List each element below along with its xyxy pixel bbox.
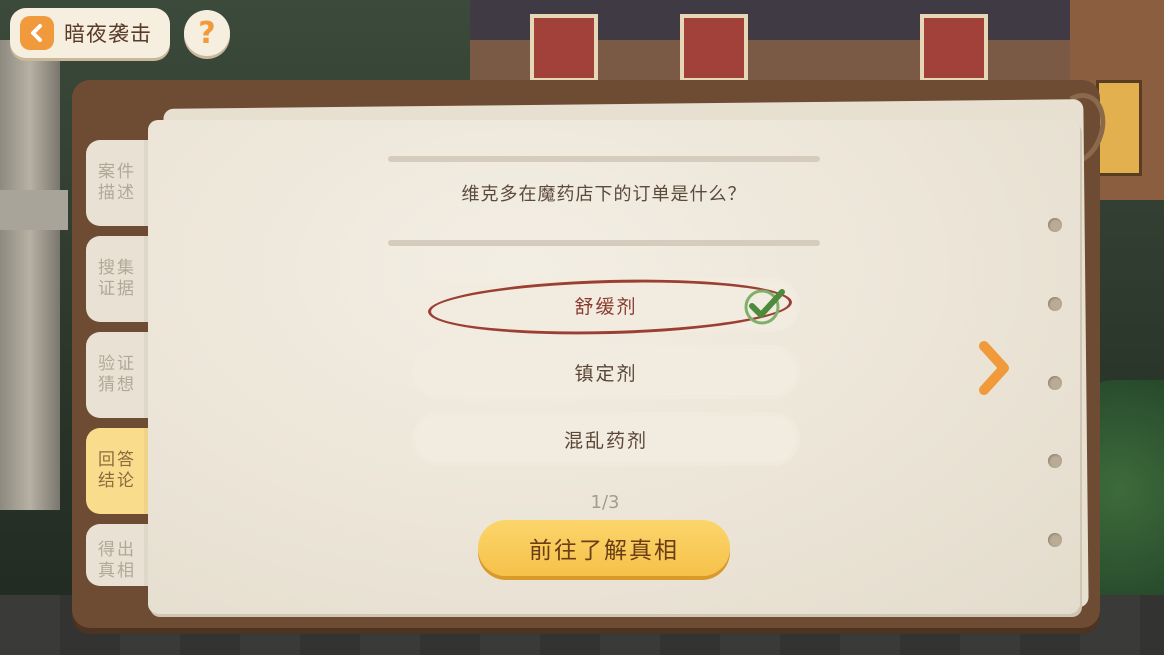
question-divider-bottom bbox=[388, 240, 820, 246]
page-indicator: 1/3 bbox=[590, 492, 620, 513]
tab-label: 验证猜想 bbox=[98, 354, 136, 395]
tab-answer-conclusion[interactable]: 回答结论 bbox=[86, 428, 148, 514]
tab-collect-evidence[interactable]: 搜集证据 bbox=[86, 236, 148, 322]
go-to-truth-button[interactable]: 前往了解真相 bbox=[478, 520, 730, 576]
help-button[interactable]: ? bbox=[184, 10, 230, 56]
binding-hole bbox=[1048, 533, 1062, 547]
option-confusion-potion[interactable]: 混乱药剂 bbox=[416, 416, 796, 462]
question-mark-icon: ? bbox=[198, 15, 216, 51]
case-title: 暗夜袭击 bbox=[64, 22, 152, 46]
tab-label: 搜集证据 bbox=[98, 258, 136, 299]
question-text: 维克多在魔药店下的订单是什么？ bbox=[461, 184, 747, 205]
back-arrow-icon bbox=[20, 16, 54, 50]
checkmark-icon bbox=[744, 289, 785, 325]
chevron-right-icon bbox=[979, 341, 1009, 395]
option-label: 镇定剂 bbox=[574, 362, 638, 385]
back-button[interactable]: 暗夜袭击 bbox=[10, 8, 170, 58]
tab-label: 得出真相 bbox=[98, 540, 136, 581]
next-page-button[interactable] bbox=[972, 338, 1016, 398]
tab-label: 回答结论 bbox=[98, 450, 136, 491]
button-label: 前往了解真相 bbox=[529, 538, 679, 564]
binding-hole bbox=[1048, 218, 1062, 232]
binding-hole bbox=[1048, 297, 1062, 311]
tab-case-description[interactable]: 案件描述 bbox=[86, 140, 148, 226]
tab-verify-hypothesis[interactable]: 验证猜想 bbox=[86, 332, 148, 418]
tab-get-truth[interactable]: 得出真相 bbox=[86, 524, 148, 586]
option-sedative[interactable]: 镇定剂 bbox=[416, 349, 796, 395]
option-label: 混乱药剂 bbox=[563, 429, 648, 452]
binding-hole bbox=[1048, 454, 1062, 468]
background-stone-tower bbox=[0, 40, 68, 510]
tab-label: 案件描述 bbox=[98, 162, 136, 203]
question-divider-top bbox=[388, 156, 820, 162]
binding-hole bbox=[1048, 376, 1062, 390]
